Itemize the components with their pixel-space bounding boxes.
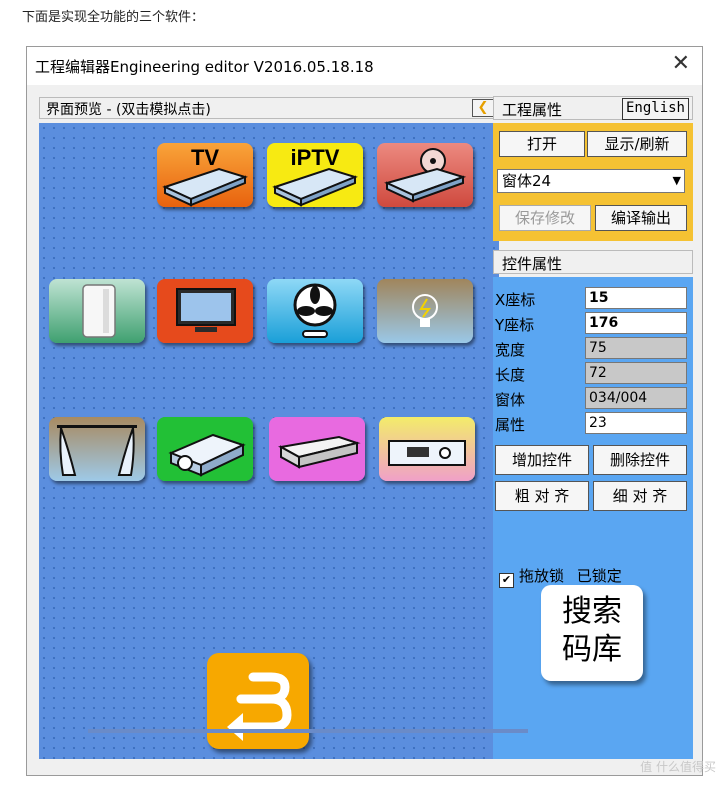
chevron-down-icon[interactable]: ▼ [673, 170, 681, 192]
tile-iptv-button[interactable]: iPTV [267, 143, 363, 207]
prop-row-width: 宽度 75 [493, 337, 689, 359]
preview-title: 界面预览 - (双击模拟点击) [46, 102, 211, 118]
lock-status: 已锁定 [576, 567, 622, 585]
watermark: 值 什么值得买 [640, 760, 716, 774]
preview-canvas[interactable]: TV iPTV [39, 123, 499, 759]
tile-dvd-button[interactable] [377, 143, 473, 207]
control-panel: X座标 15 Y座标 176 宽度 75 长度 72 窗体 034/004 属性… [493, 277, 693, 759]
back-button[interactable] [207, 653, 309, 749]
dvd-player-icon [377, 143, 473, 207]
amplifier-icon [379, 417, 475, 481]
prop-row-length: 长度 72 [493, 362, 689, 384]
tile-curtain-button[interactable] [49, 417, 145, 481]
x-coordinate-input[interactable]: 15 [585, 287, 687, 309]
window-title: 工程编辑器Engineering editor V2016.05.18.18 [35, 58, 374, 76]
y-coordinate-input[interactable]: 176 [585, 312, 687, 334]
prop-row-window: 窗体 034/004 [493, 387, 689, 409]
light-bulb-icon [377, 279, 473, 343]
project-properties-header: 工程属性 English [493, 96, 693, 120]
prop-key-x: X座标 [495, 291, 536, 309]
tile-tv-label: TV [190, 145, 220, 170]
search-label-line2: 码库 [562, 632, 622, 667]
prop-row-attribute: 属性 23 [493, 412, 689, 434]
project-properties-title: 工程属性 [502, 101, 563, 119]
tile-projector-button[interactable] [157, 417, 253, 481]
tile-air-conditioner-button[interactable] [269, 417, 365, 481]
english-button[interactable]: English [621, 98, 689, 120]
tile-light-button[interactable] [377, 279, 473, 343]
length-field: 72 [585, 362, 687, 384]
caption: 下面是实现全功能的三个软件： [22, 10, 205, 25]
window-field: 034/004 [585, 387, 687, 409]
window-select[interactable]: 窗体24 ▼ [497, 169, 685, 193]
back-arrow-icon[interactable]: ❮ [472, 99, 494, 117]
open-button[interactable]: 打开 [499, 131, 585, 157]
control-properties-title: 控件属性 [502, 255, 563, 273]
curtain-icon [49, 417, 145, 481]
prop-row-y: Y座标 176 [493, 312, 689, 334]
close-icon[interactable]: ✕ [672, 51, 690, 76]
air-purifier-icon [49, 279, 145, 343]
fan-icon [267, 279, 363, 343]
refresh-button[interactable]: 显示/刷新 [587, 131, 687, 157]
tile-fan-button[interactable] [267, 279, 363, 343]
add-control-button[interactable]: 增加控件 [495, 445, 589, 475]
tile-air-purifier-button[interactable] [49, 279, 145, 343]
search-label-line1: 搜索 [562, 594, 622, 629]
tile-tv-button[interactable]: TV [157, 143, 253, 207]
checkmark-icon[interactable]: ✔ [499, 573, 514, 588]
save-changes-button[interactable]: 保存修改 [499, 205, 591, 231]
prop-key-length: 长度 [495, 366, 526, 384]
tile-iptv-label: iPTV [290, 145, 340, 170]
return-arrow-icon [227, 672, 292, 741]
fine-align-button[interactable]: 细 对 齐 [593, 481, 687, 511]
search-code-library-button[interactable]: 搜索 码库 [541, 585, 643, 681]
air-conditioner-icon [269, 417, 365, 481]
width-field: 75 [585, 337, 687, 359]
tile-amplifier-button[interactable] [379, 417, 475, 481]
drag-lock-label: 拖放锁 [519, 567, 565, 585]
engineering-editor-window: 工程编辑器Engineering editor V2016.05.18.18 ✕… [26, 46, 703, 776]
prop-key-y: Y座标 [495, 316, 535, 334]
bottom-strip [88, 729, 528, 733]
compile-output-button[interactable]: 编译输出 [595, 205, 687, 231]
title-bar: 工程编辑器Engineering editor V2016.05.18.18 ✕ [27, 47, 702, 85]
preview-header: 界面预览 - (双击模拟点击) ❮ [39, 97, 499, 119]
prop-key-attribute: 属性 [495, 416, 526, 434]
delete-control-button[interactable]: 删除控件 [593, 445, 687, 475]
coarse-align-button[interactable]: 粗 对 齐 [495, 481, 589, 511]
tile-television-button[interactable] [157, 279, 253, 343]
project-panel: 打开 显示/刷新 窗体24 ▼ 保存修改 编译输出 [493, 123, 693, 241]
control-properties-header: 控件属性 [493, 250, 693, 274]
prop-key-width: 宽度 [495, 341, 526, 359]
projector-icon [157, 417, 253, 481]
attribute-input[interactable]: 23 [585, 412, 687, 434]
television-icon [157, 279, 253, 343]
prop-key-window: 窗体 [495, 391, 526, 409]
prop-row-x: X座标 15 [493, 287, 689, 309]
window-select-value: 窗体24 [502, 172, 552, 190]
